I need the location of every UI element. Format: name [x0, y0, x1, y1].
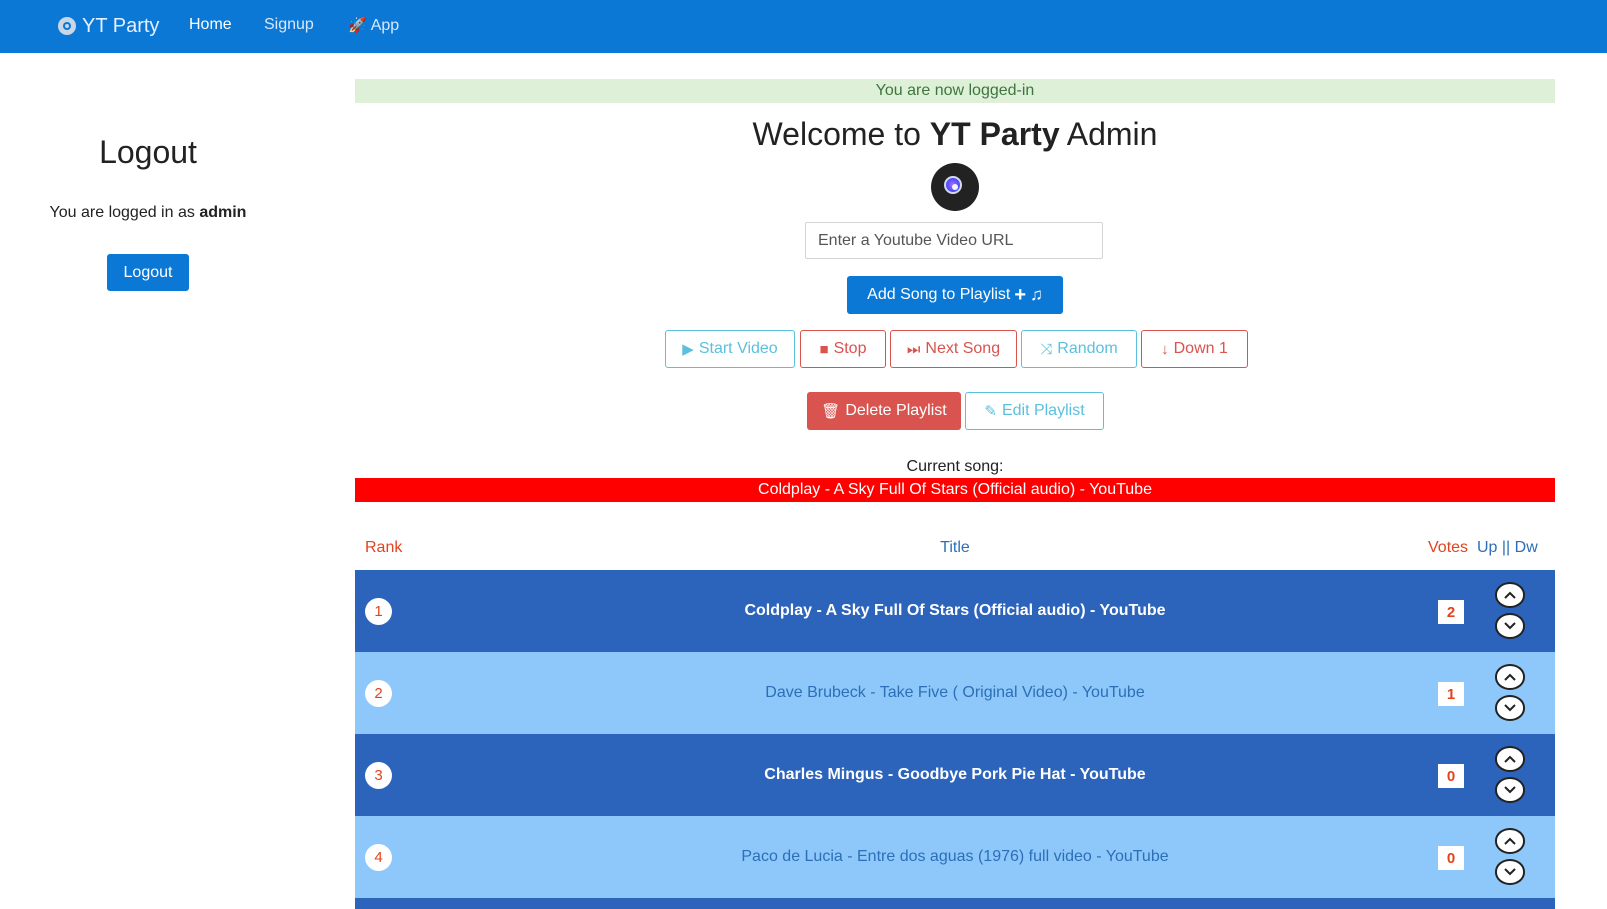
add-song-button[interactable]: Add Song to Playlist + ♫	[847, 276, 1063, 314]
brand-label: YT Party	[82, 14, 160, 37]
edit-playlist-button[interactable]: ✎ Edit Playlist	[965, 392, 1104, 430]
plus-icon: +	[1014, 284, 1027, 306]
current-song-label: Current song:	[906, 458, 1004, 475]
trash-icon: 🗑	[821, 403, 841, 420]
downvote-button[interactable]	[1495, 777, 1525, 803]
edit-playlist-label: Edit Playlist	[1001, 402, 1085, 419]
downvote-button[interactable]	[1495, 859, 1525, 885]
chevron-down-icon	[1504, 868, 1516, 876]
stop-label: Stop	[833, 340, 867, 357]
nav-signup[interactable]: Signup	[264, 16, 314, 34]
chevron-down-icon	[1504, 786, 1516, 794]
playlist-row: 3 Charles Mingus - Goodbye Pork Pie Hat …	[355, 734, 1555, 816]
playlist-row: 4 Paco de Lucia - Entre dos aguas (1976)…	[355, 816, 1555, 898]
start-video-label: Start Video	[698, 340, 778, 357]
upvote-button[interactable]	[1495, 746, 1525, 772]
brand-link[interactable]: YT Party	[58, 14, 159, 38]
upvote-button[interactable]	[1495, 828, 1525, 854]
logged-prefix: You are logged in as	[49, 204, 195, 221]
song-title: Dave Brubeck - Take Five ( Original Vide…	[765, 684, 1145, 701]
logged-in-text: You are logged in as admin	[0, 204, 296, 222]
downvote-button[interactable]	[1495, 695, 1525, 721]
username: admin	[199, 204, 247, 221]
chevron-up-icon	[1504, 837, 1516, 845]
down-one-button[interactable]: ↓ Down 1	[1141, 330, 1248, 368]
vinyl-disc-icon	[931, 163, 979, 211]
top-navbar: YT Party Home Signup 🚀 App	[0, 0, 1607, 53]
vote-count: 0	[1438, 764, 1464, 788]
page-title: Welcome to YT Party Admin	[355, 116, 1555, 153]
current-song-bar: Coldplay - A Sky Full Of Stars (Official…	[355, 478, 1555, 502]
logout-button[interactable]: Logout	[107, 254, 189, 291]
start-video-button[interactable]: ▶ Start Video	[665, 330, 795, 368]
music-note-icon: ♫	[1030, 285, 1043, 304]
disc-icon	[58, 17, 76, 35]
shuffle-icon: ⤨	[1040, 340, 1053, 358]
header-up-down: Up || Dw	[1477, 539, 1538, 556]
delete-playlist-label: Delete Playlist	[845, 402, 947, 419]
next-song-label: Next Song	[925, 340, 1001, 357]
youtube-url-input[interactable]	[805, 222, 1103, 259]
edit-icon: ✎	[984, 403, 997, 420]
stop-button[interactable]: ■ Stop	[800, 330, 886, 368]
chevron-up-icon	[1504, 755, 1516, 763]
chevron-up-icon	[1504, 591, 1516, 599]
rocket-icon: 🚀	[348, 17, 367, 34]
vote-count: 0	[1438, 846, 1464, 870]
chevron-down-icon	[1504, 622, 1516, 630]
song-title: Paco de Lucia - Entre dos aguas (1976) f…	[741, 848, 1169, 865]
stop-icon: ■	[819, 340, 829, 358]
downvote-button[interactable]	[1495, 613, 1525, 639]
chevron-up-icon	[1504, 673, 1516, 681]
down-one-label: Down 1	[1173, 340, 1228, 357]
random-button[interactable]: ⤨ Random	[1021, 330, 1137, 368]
header-title: Title	[940, 539, 970, 556]
disc-center	[952, 184, 958, 190]
song-title: Charles Mingus - Goodbye Pork Pie Hat - …	[764, 766, 1146, 783]
header-votes: Votes	[1428, 539, 1469, 556]
logout-heading: Logout	[99, 134, 197, 170]
random-label: Random	[1057, 340, 1118, 357]
login-alert: You are now logged-in	[355, 79, 1555, 103]
chevron-down-icon	[1504, 704, 1516, 712]
playlist-row-partial	[355, 898, 1555, 909]
nav-app[interactable]: 🚀 App	[348, 16, 399, 35]
arrow-down-icon: ↓	[1161, 340, 1169, 358]
skip-next-icon: ⏭	[906, 340, 921, 358]
playlist-row: 1 Coldplay - A Sky Full Of Stars (Offici…	[355, 570, 1555, 652]
vote-count: 1	[1438, 682, 1464, 706]
welcome-suffix: Admin	[1066, 116, 1158, 152]
add-song-label: Add Song to Playlist	[867, 286, 1011, 303]
delete-playlist-button[interactable]: 🗑 Delete Playlist	[807, 392, 961, 430]
next-song-button[interactable]: ⏭ Next Song	[890, 330, 1017, 368]
vote-count: 2	[1438, 600, 1464, 624]
playlist-row: 2 Dave Brubeck - Take Five ( Original Vi…	[355, 652, 1555, 734]
upvote-button[interactable]	[1495, 664, 1525, 690]
upvote-button[interactable]	[1495, 582, 1525, 608]
play-icon: ▶	[682, 341, 694, 358]
song-title: Coldplay - A Sky Full Of Stars (Official…	[744, 602, 1166, 619]
nav-app-label: App	[370, 17, 400, 34]
welcome-prefix: Welcome to	[752, 116, 921, 152]
nav-home[interactable]: Home	[189, 16, 232, 34]
welcome-brand: YT Party	[929, 116, 1060, 152]
